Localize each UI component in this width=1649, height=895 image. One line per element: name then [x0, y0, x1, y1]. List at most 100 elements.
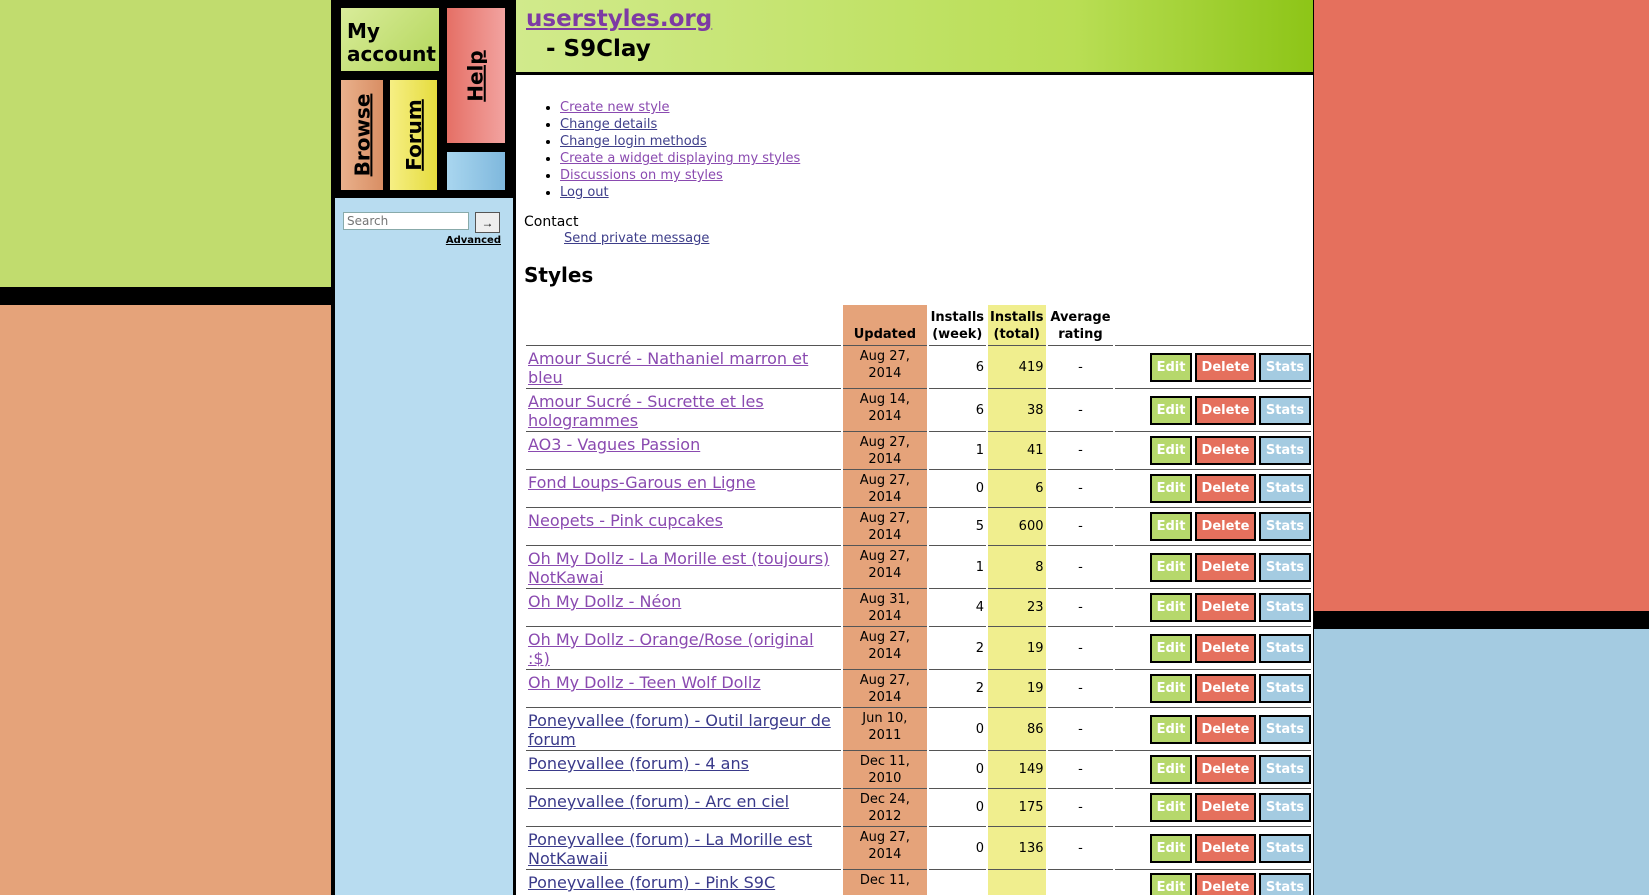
stats-button[interactable]: Stats: [1259, 436, 1311, 465]
updated-date: Jun 10,: [862, 711, 908, 726]
updated-date: Aug 27,: [859, 630, 910, 645]
edit-button[interactable]: Edit: [1150, 474, 1192, 503]
style-name-link[interactable]: Oh My Dollz - Teen Wolf Dollz: [528, 673, 761, 692]
delete-button[interactable]: Delete: [1195, 436, 1256, 465]
style-name-cell: Oh My Dollz - Orange/Rose (original :$): [526, 626, 842, 669]
discussions-link[interactable]: Discussions on my styles: [560, 168, 723, 183]
delete-button[interactable]: Delete: [1195, 755, 1256, 784]
style-name-link[interactable]: Amour Sucré - Sucrette et les hologramme…: [528, 392, 764, 430]
change-login-methods-link[interactable]: Change login methods: [560, 134, 707, 149]
stats-button[interactable]: Stats: [1259, 793, 1311, 822]
delete-button[interactable]: Delete: [1195, 552, 1256, 582]
log-out-link[interactable]: Log out: [560, 185, 609, 200]
table-row: Fond Loups-Garous en Ligne Aug 27, 2014 0 6-…: [526, 469, 1311, 507]
style-name-cell: Poneyvallee (forum) - 4 ans: [526, 750, 842, 788]
stats-button[interactable]: Stats: [1259, 674, 1311, 703]
style-name-link[interactable]: Poneyvallee (forum) - La Morille est Not…: [528, 830, 812, 868]
delete-button[interactable]: Delete: [1195, 714, 1256, 744]
style-name-link[interactable]: Poneyvallee (forum) - Pink S9C: [528, 873, 775, 892]
edit-button[interactable]: Edit: [1150, 633, 1192, 663]
stats-button[interactable]: Stats: [1259, 352, 1311, 382]
updated-year: 2014: [868, 452, 902, 467]
styles-heading: Styles: [524, 263, 594, 287]
stats-button[interactable]: Stats: [1259, 833, 1311, 863]
search-submit-button[interactable]: →: [475, 212, 500, 233]
stats-button[interactable]: Stats: [1259, 552, 1311, 582]
send-private-message-link[interactable]: Send private message: [564, 231, 709, 246]
style-name-link[interactable]: Fond Loups-Garous en Ligne: [528, 473, 756, 492]
style-name-cell: Poneyvallee (forum) - Outil largeur de f…: [526, 707, 842, 750]
column-header-actions: [1115, 305, 1311, 345]
delete-button[interactable]: Delete: [1195, 474, 1256, 503]
edit-button[interactable]: Edit: [1150, 755, 1192, 784]
edit-button[interactable]: Edit: [1150, 833, 1192, 863]
nav-browse[interactable]: Browse: [341, 80, 383, 190]
edit-button[interactable]: Edit: [1150, 512, 1192, 541]
stats-button[interactable]: Stats: [1259, 395, 1311, 425]
style-actions-cell: Edit Delete Stats: [1115, 588, 1311, 626]
nav-my-account[interactable]: My account: [341, 8, 439, 71]
edit-button[interactable]: Edit: [1150, 436, 1192, 465]
edit-button[interactable]: Edit: [1150, 873, 1192, 895]
delete-button[interactable]: Delete: [1195, 352, 1256, 382]
table-row: AO3 - Vagues Passion Aug 27, 2014 1 41- Edit D…: [526, 431, 1311, 469]
installs-week-cell: 1: [928, 431, 987, 469]
nav-help[interactable]: Help: [447, 8, 505, 143]
change-details-link[interactable]: Change details: [560, 117, 657, 132]
style-actions-cell: Edit Delete Stats: [1115, 750, 1311, 788]
updated-year: 2014: [868, 490, 902, 505]
create-new-style-link[interactable]: Create new style: [560, 100, 670, 115]
edit-button[interactable]: Edit: [1150, 395, 1192, 425]
style-name-link[interactable]: Poneyvallee (forum) - Outil largeur de f…: [528, 711, 831, 749]
edit-button[interactable]: Edit: [1150, 552, 1192, 582]
edit-button[interactable]: Edit: [1150, 714, 1192, 744]
delete-button[interactable]: Delete: [1195, 395, 1256, 425]
advanced-search-link[interactable]: Advanced: [446, 235, 501, 246]
site-title-link[interactable]: userstyles.org: [526, 6, 712, 32]
search-input[interactable]: [343, 212, 469, 230]
updated-date: Dec 11,: [859, 754, 910, 769]
updated-date: Aug 27,: [859, 349, 910, 364]
style-name-link[interactable]: Oh My Dollz - Orange/Rose (original :$): [528, 630, 814, 668]
column-header-average-rating: Average rating: [1050, 310, 1111, 342]
edit-button[interactable]: Edit: [1150, 674, 1192, 703]
delete-button[interactable]: Delete: [1195, 873, 1256, 895]
stats-button[interactable]: Stats: [1259, 512, 1311, 541]
column-header-installs-total: Installs (total): [988, 305, 1046, 345]
delete-button[interactable]: Delete: [1195, 793, 1256, 822]
delete-button[interactable]: Delete: [1195, 674, 1256, 703]
sidebar: My account Browse Forum Help → Advanced: [335, 0, 513, 895]
style-name-cell: Amour Sucré - Sucrette et les hologramme…: [526, 388, 842, 431]
style-updated-cell: Aug 27, 2014: [843, 826, 927, 869]
style-name-link[interactable]: Amour Sucré - Nathaniel marron et bleu: [528, 349, 808, 387]
edit-button[interactable]: Edit: [1150, 593, 1192, 622]
list-item: Create a widget displaying my styles: [560, 150, 800, 167]
updated-date: Aug 27,: [859, 549, 910, 564]
delete-button[interactable]: Delete: [1195, 833, 1256, 863]
style-name-link[interactable]: Oh My Dollz - Néon: [528, 592, 681, 611]
style-name-link[interactable]: AO3 - Vagues Passion: [528, 435, 700, 454]
nav-blue-block: [447, 152, 505, 190]
nav-forum[interactable]: Forum: [390, 80, 437, 190]
updated-date: Aug 27,: [859, 473, 910, 488]
edit-button[interactable]: Edit: [1150, 793, 1192, 822]
installs-week-cell: 1: [928, 545, 987, 588]
stats-button[interactable]: Stats: [1259, 474, 1311, 503]
stats-button[interactable]: Stats: [1259, 593, 1311, 622]
page-header: userstyles.org - S9Clay: [516, 0, 1313, 72]
stats-button[interactable]: Stats: [1259, 714, 1311, 744]
stats-button[interactable]: Stats: [1259, 633, 1311, 663]
style-updated-cell: Dec 24, 2012: [843, 788, 927, 826]
updated-year: 2014: [868, 409, 902, 424]
delete-button[interactable]: Delete: [1195, 593, 1256, 622]
stats-button[interactable]: Stats: [1259, 873, 1311, 895]
style-name-link[interactable]: Neopets - Pink cupcakes: [528, 511, 723, 530]
create-widget-link[interactable]: Create a widget displaying my styles: [560, 151, 800, 166]
style-name-link[interactable]: Poneyvallee (forum) - Arc en ciel: [528, 792, 789, 811]
edit-button[interactable]: Edit: [1150, 352, 1192, 382]
delete-button[interactable]: Delete: [1195, 633, 1256, 663]
stats-button[interactable]: Stats: [1259, 755, 1311, 784]
delete-button[interactable]: Delete: [1195, 512, 1256, 541]
style-name-link[interactable]: Poneyvallee (forum) - 4 ans: [528, 754, 749, 773]
style-name-link[interactable]: Oh My Dollz - La Morille est (toujours) …: [528, 549, 829, 587]
